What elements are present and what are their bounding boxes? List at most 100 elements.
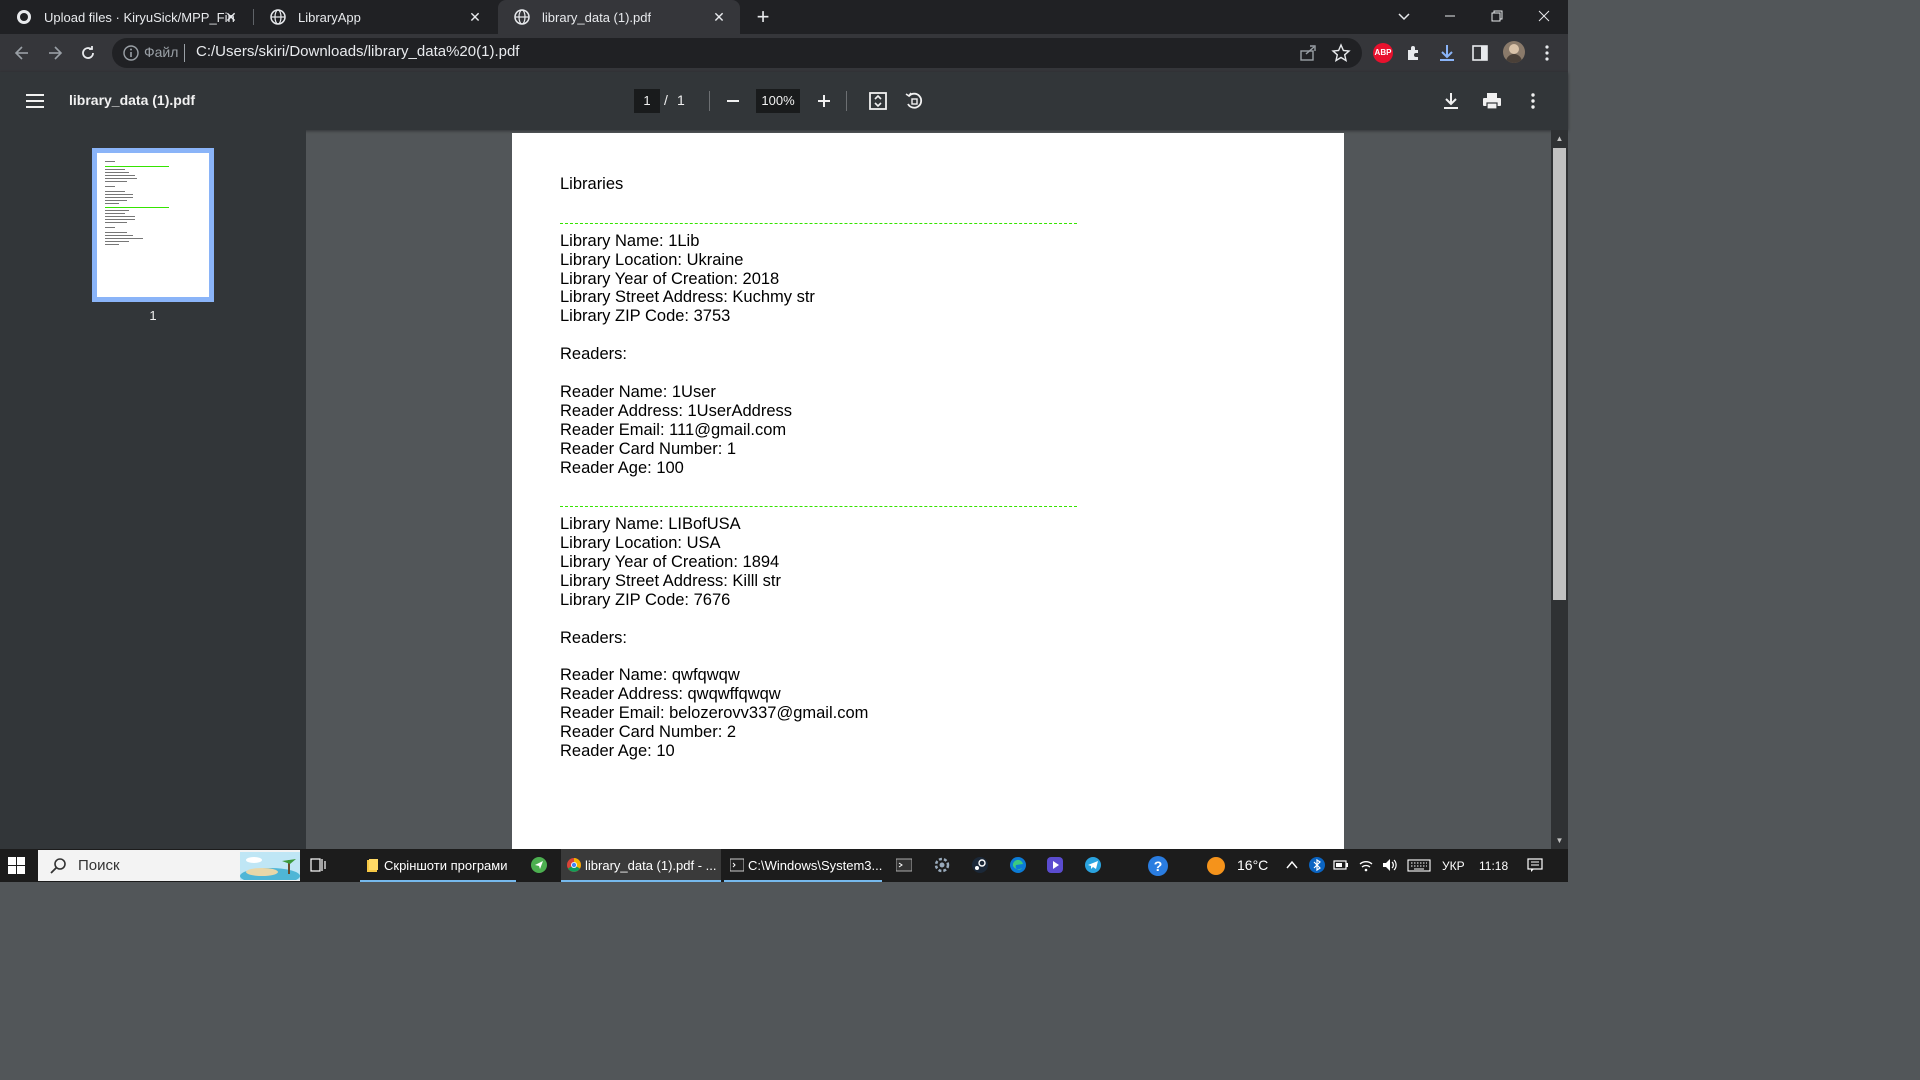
tab-library-data-pdf[interactable]: library_data (1).pdf ✕ [498,0,740,34]
bluetooth-icon[interactable] [1309,857,1325,873]
running-indicator [561,880,721,882]
document-heading: Libraries [560,175,624,193]
library-street: Library Street Address: Killl str [560,571,781,590]
library-year: Library Year of Creation: 2018 [560,269,780,288]
search-placeholder: Поиск [78,857,120,874]
chevron-up-icon[interactable] [1284,857,1300,873]
url-text[interactable]: C:/Users/skiri/Downloads/library_data%20… [196,43,519,60]
taskbar-app-chrome[interactable]: library_data (1).pdf - ... [561,849,721,882]
telegram-icon[interactable] [1085,857,1101,873]
zoom-out-icon[interactable] [722,90,744,112]
back-button[interactable] [8,39,36,67]
battery-icon[interactable] [1333,857,1349,873]
reader-email: Reader Email: belozerovv337@gmail.com [560,704,869,723]
zoom-level-input[interactable]: 100% [756,89,800,113]
address-bar[interactable]: Файл C:/Users/skiri/Downloads/library_da… [112,38,1362,68]
zoom-in-icon[interactable] [813,90,835,112]
thumbnail-text-line [105,213,125,214]
reader-age: Reader Age: 100 [560,458,684,477]
taskbar-app-file-explorer[interactable]: Скріншоти програми [360,849,516,882]
library-name: Library Name: LIBofUSA [560,515,741,534]
minimize-button[interactable] [1427,0,1473,34]
taskbar-search-box[interactable]: Поиск [38,850,300,881]
weather-sun-icon[interactable] [1206,856,1226,876]
language-indicator[interactable]: УКР [1442,859,1465,873]
tab-title: library_data (1).pdf [542,9,652,25]
extensions-puzzle-icon[interactable] [1404,43,1424,63]
scrollbar-thumb[interactable] [1553,148,1566,600]
clock[interactable]: 11:18 [1479,859,1508,873]
thumbnail-separator-line [105,166,169,167]
close-window-button[interactable] [1521,0,1567,34]
readers-heading: Readers: [560,345,627,364]
adblock-extension-icon[interactable]: ABP [1373,43,1393,63]
help-tray-icon[interactable]: ? [1148,856,1168,876]
close-icon[interactable]: ✕ [466,8,484,26]
tab-upload-files[interactable]: Upload files · KiryuSick/MPP_Fin ✕ [0,0,252,34]
task-view-icon[interactable] [310,857,326,873]
pdf-page: Libraries Library Name: 1Lib Library Loc… [512,133,1344,849]
more-vertical-icon[interactable] [1522,90,1544,112]
tab-libraryapp[interactable]: LibraryApp ✕ [254,0,496,34]
fit-to-page-icon[interactable] [867,90,889,112]
page-thumbnail[interactable] [92,148,214,302]
thumbnail-sidebar: 1 [0,130,306,849]
download-icon[interactable] [1437,43,1457,63]
menu-icon[interactable] [24,91,46,111]
rotate-icon[interactable] [903,90,925,112]
reader-card-number: Reader Card Number: 1 [560,439,737,458]
reader-address: Reader Address: 1UserAddress [560,401,793,420]
thumbnail-text-line [105,186,115,187]
windows-start-icon[interactable] [8,857,25,874]
tab-search-button[interactable] [1381,0,1427,34]
wifi-icon[interactable] [1358,857,1374,873]
taskbar-app-cmd[interactable]: C:\Windows\System3... [724,849,882,882]
weather-temperature[interactable]: 16°C [1237,857,1268,873]
thumbnail-text-line [105,227,115,228]
side-panel-icon[interactable] [1470,43,1490,63]
thumbnail-text-line [105,244,119,245]
settings-app-icon[interactable] [934,857,950,873]
print-icon[interactable] [1481,90,1503,112]
taskbar-app-label: C:\Windows\System3... [748,858,882,873]
toolbar-divider [846,91,847,111]
close-icon[interactable]: ✕ [710,8,728,26]
new-tab-button[interactable]: + [750,4,776,30]
taskbar-app-label: Скріншоти програми [384,858,508,873]
scroll-down-arrow[interactable]: ▼ [1551,834,1568,848]
volume-icon[interactable] [1382,857,1398,873]
media-player-icon[interactable] [1047,857,1063,873]
messenger-app-icon[interactable] [531,857,547,873]
notifications-icon[interactable] [1527,857,1543,873]
download-icon[interactable] [1440,90,1462,112]
thumbnail-text-line [105,235,133,236]
scroll-up-arrow[interactable]: ▲ [1551,132,1568,146]
info-icon[interactable] [122,44,140,62]
page-number-input[interactable]: 1 [634,89,660,113]
thumbnail-text-line [105,175,135,176]
library-street: Library Street Address: Kuchmy str [560,288,815,307]
edge-icon[interactable] [1010,857,1026,873]
avatar[interactable] [1503,41,1525,63]
close-icon[interactable]: ✕ [222,8,240,26]
terminal-app-icon[interactable] [896,857,912,873]
share-icon[interactable] [1298,43,1318,63]
reload-button[interactable] [74,39,102,67]
bookmark-star-icon[interactable] [1331,43,1351,63]
steam-icon[interactable] [972,857,988,873]
terminal-icon [730,858,744,872]
forward-button[interactable] [41,39,69,67]
more-vertical-icon[interactable] [1537,43,1557,63]
close-icon [1538,10,1550,22]
scheme-label: Файл [144,44,179,60]
restore-button[interactable] [1474,0,1520,34]
thumbnail-text-line [105,191,125,192]
thumbnail-text-line [105,200,127,201]
vertical-scrollbar[interactable]: ▲ ▼ [1551,130,1568,849]
library-location: Library Location: USA [560,534,721,553]
keyboard-icon[interactable] [1407,857,1431,873]
